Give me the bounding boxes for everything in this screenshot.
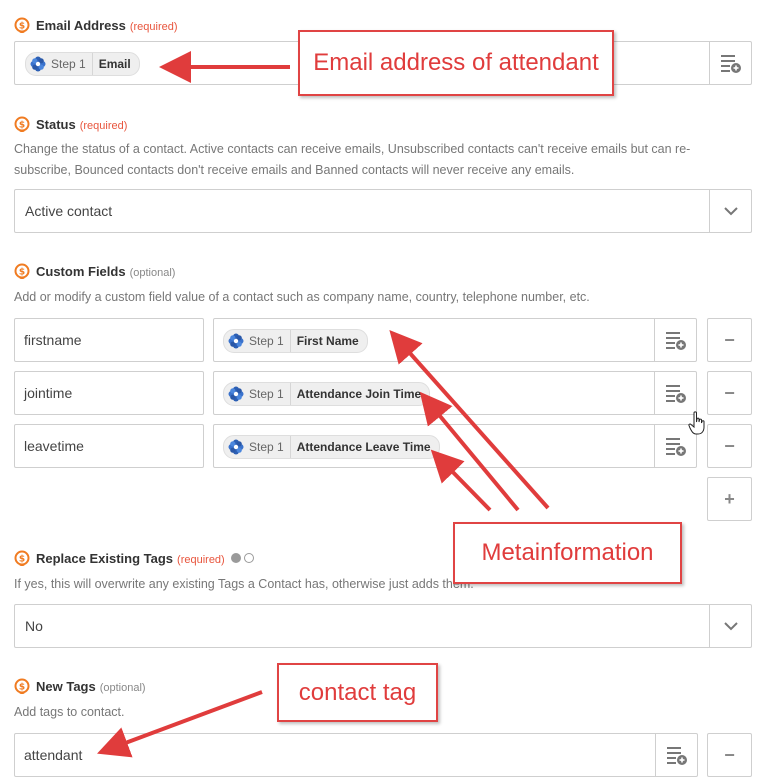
arrow-first-name xyxy=(389,330,550,510)
annotation-contact-tag: contact tag xyxy=(277,663,438,722)
annotation-metainformation: Metainformation xyxy=(453,522,682,584)
annotation-email: Email address of attendant xyxy=(298,30,614,96)
arrow-contact-tag xyxy=(97,690,263,758)
